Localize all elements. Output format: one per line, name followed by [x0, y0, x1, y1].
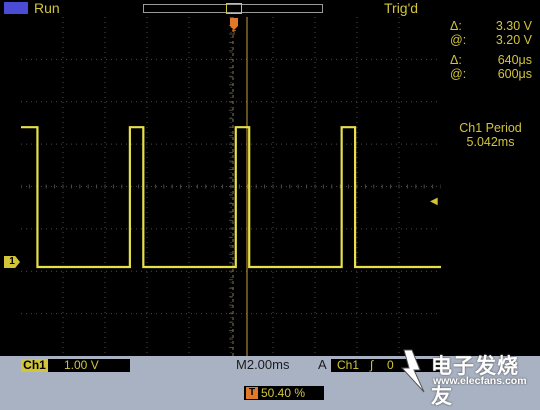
acquisition-status: Run: [34, 0, 60, 16]
timebase-value: 2.00ms: [246, 357, 290, 372]
measurement-panel: Δ: 3.30 V @: 3.20 V Δ: 640μs @: 600μs Ch…: [441, 17, 540, 356]
trigger-position-icon: T: [246, 387, 258, 399]
timebase-label: M: [236, 357, 247, 372]
at-voltage-symbol: @:: [450, 33, 467, 47]
trigger-position-marker: T: [230, 18, 238, 36]
at-voltage-readout: @: 3.20 V: [450, 33, 532, 49]
left-margin: [0, 17, 21, 356]
at-time-symbol: @:: [450, 67, 467, 81]
trigger-position-readout[interactable]: T 50.40 %: [244, 386, 324, 400]
rising-edge-icon: ∫: [370, 358, 374, 372]
graticule: [21, 17, 441, 356]
channel-badge[interactable]: Ch1: [21, 359, 48, 372]
timebase-readout[interactable]: M2.00ms: [236, 357, 289, 373]
at-time-value: 600μs: [497, 67, 532, 81]
period-measurement-value: 5.042ms: [466, 135, 515, 149]
delta-time-symbol: Δ:: [450, 53, 462, 67]
trigger-position-value: 50.40 %: [261, 386, 306, 400]
delta-voltage-symbol: Δ:: [450, 19, 462, 33]
trigger-mode[interactable]: A: [318, 357, 327, 373]
trigger-status: Trig'd: [384, 0, 419, 16]
logo-icon: [400, 349, 425, 393]
watermark-logo: 电子发烧友 www.elecfans.com: [390, 346, 540, 408]
at-time-readout: @: 600μs: [450, 67, 532, 83]
record-view-window: [226, 3, 242, 14]
acquisition-indicator: [4, 2, 28, 14]
status-bar: Run Trig'd: [0, 0, 540, 17]
trigger-level-arrow[interactable]: ◀: [430, 196, 438, 207]
at-voltage-value: 3.20 V: [495, 33, 532, 47]
waveform-display: [21, 17, 441, 356]
watermark-url: www.elecfans.com: [433, 375, 527, 387]
delta-time-value: 640μs: [497, 53, 532, 67]
vertical-scale[interactable]: 1.00 V: [48, 359, 130, 372]
trigger-source: Ch1: [337, 358, 360, 372]
trigger-marker-label: T: [232, 30, 237, 36]
delta-voltage-value: 3.30 V: [495, 19, 532, 33]
period-measurement-label: Ch1 Period: [459, 121, 522, 135]
